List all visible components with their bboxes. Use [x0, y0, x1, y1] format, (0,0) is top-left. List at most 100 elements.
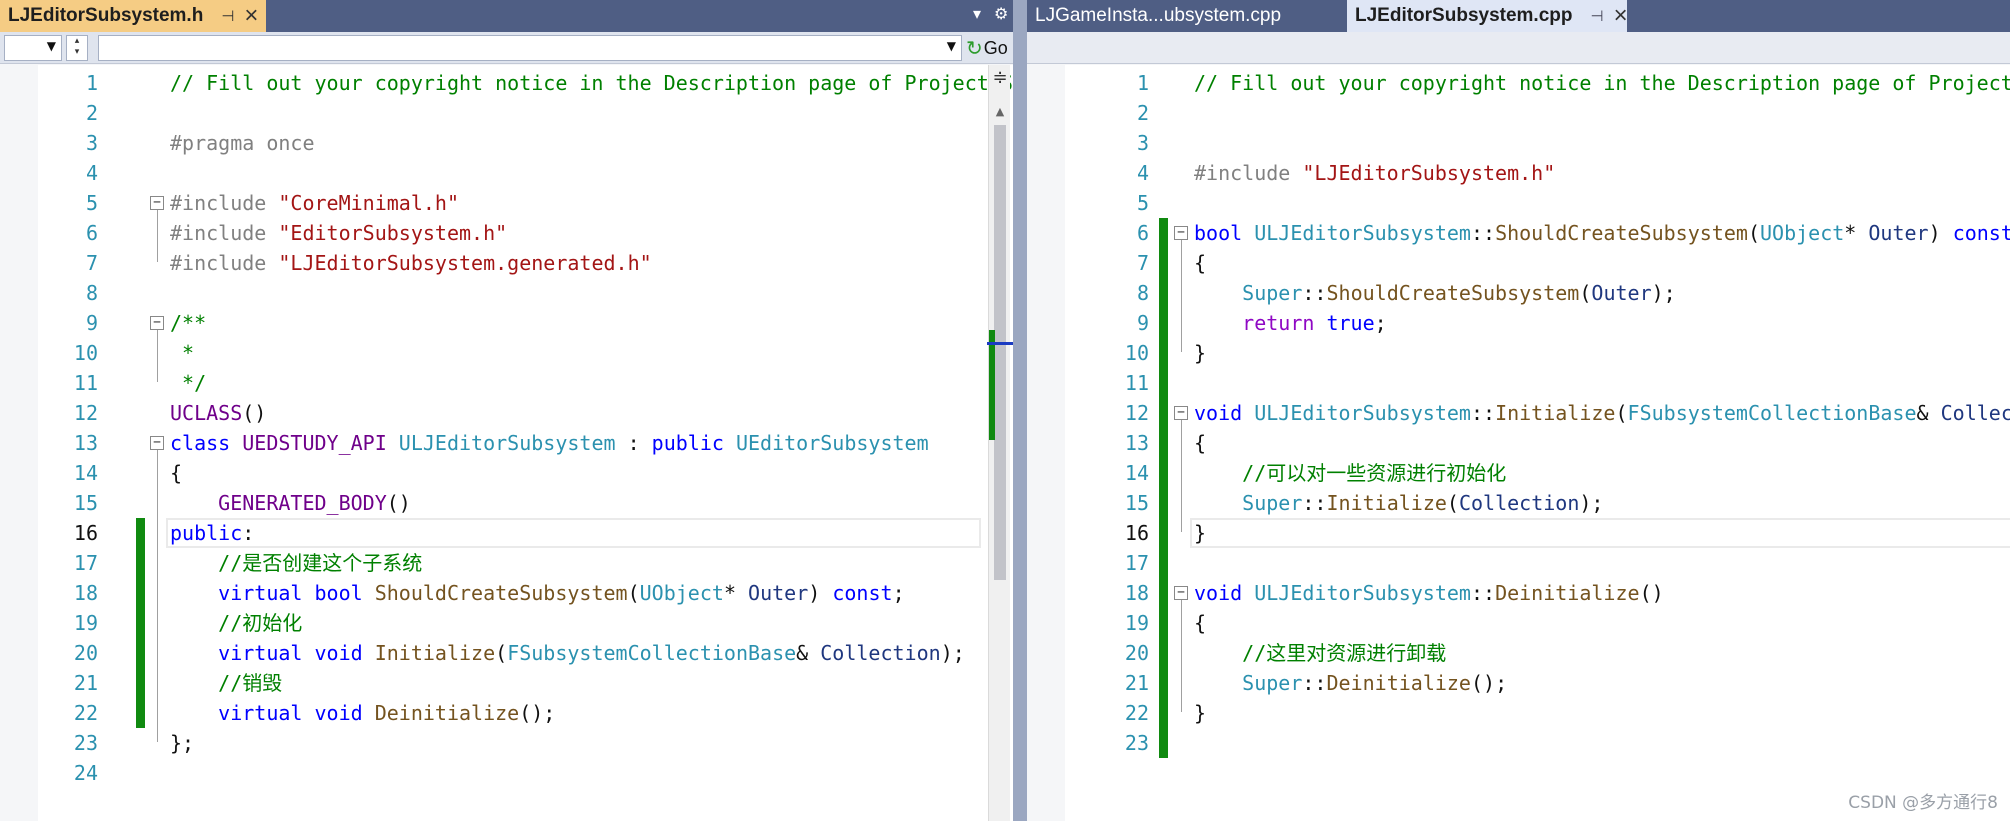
token: ULJEditorSubsystem: [398, 431, 616, 455]
token: UCLASS: [170, 401, 243, 425]
chevron-down-icon[interactable]: ▾: [973, 4, 981, 23]
member-dropdown[interactable]: ▼: [98, 35, 962, 61]
token: (: [627, 581, 640, 605]
pin-icon[interactable]: ⊣: [221, 7, 234, 25]
token: void: [1194, 581, 1255, 605]
code-text: void ULJEditorSubsystem::Deinitialize(): [1194, 578, 1664, 608]
code-line: 9 /** −: [0, 308, 1013, 338]
project-dropdown[interactable]: ▼: [4, 35, 62, 61]
line-number: 1: [85, 71, 98, 95]
token: #include: [170, 221, 279, 245]
token: Deinitialize: [1495, 581, 1640, 605]
code-text: //是否创建这个子系统: [170, 548, 422, 578]
code-text: // Fill out your copyright notice in the…: [170, 68, 1013, 98]
tab-ljeditorsubsystem-cpp[interactable]: LJEditorSubsystem.cpp ⊣ ×: [1347, 0, 1628, 32]
line-number: 3: [85, 131, 98, 155]
close-icon[interactable]: ×: [244, 4, 258, 28]
token: (: [1747, 221, 1760, 245]
code-line: 17 //是否创建这个子系统: [0, 548, 1013, 578]
pin-icon[interactable]: ⊣: [1591, 7, 1604, 25]
code-line: 13 class UEDSTUDY_API ULJEditorSubsystem …: [0, 428, 1013, 458]
collapse-icon[interactable]: −: [150, 316, 164, 330]
line-number: 23: [1124, 731, 1149, 755]
left-code-editor[interactable]: 1 // Fill out your copyright notice in th…: [0, 65, 1013, 821]
code-text: return true;: [1194, 308, 1387, 338]
scroll-up-icon[interactable]: ▲: [993, 105, 1007, 118]
scope-spinner[interactable]: ▴ ▾: [66, 35, 88, 61]
token: Collection: [1458, 491, 1580, 515]
token: ;: [892, 581, 905, 605]
line-number: 16: [1124, 521, 1149, 545]
code-line: 22}: [1027, 698, 2010, 728]
split-icon[interactable]: ≑: [989, 67, 1011, 93]
code-line: 19 //初始化: [0, 608, 1013, 638]
token: (): [1639, 581, 1664, 605]
code-text: #include "CoreMinimal.h": [170, 188, 459, 218]
token: ();: [1470, 671, 1508, 695]
line-number: 15: [1124, 491, 1149, 515]
close-icon[interactable]: ×: [1614, 4, 1628, 28]
code-text: }: [1194, 338, 1206, 368]
code-line: 15 Super::Initialize(Collection);: [1027, 488, 2010, 518]
code-text: void ULJEditorSubsystem::Initialize(FSub…: [1194, 398, 2010, 428]
token: Initialize: [374, 641, 496, 665]
token: {: [170, 461, 183, 485]
token: (): [386, 491, 411, 515]
scroll-thumb[interactable]: [994, 125, 1006, 580]
code-line: 14 {: [0, 458, 1013, 488]
token: ::: [1470, 221, 1496, 245]
line-number: 13: [1124, 431, 1149, 455]
code-line: 1 // Fill out your copyright notice in th…: [0, 68, 1013, 98]
right-navigation-bar: [1027, 32, 2010, 64]
go-button[interactable]: ↻ Go: [966, 35, 1008, 61]
code-line: 11 */: [0, 368, 1013, 398]
collapse-icon[interactable]: −: [150, 436, 164, 450]
token: ();: [519, 701, 556, 725]
code-text: {: [1194, 608, 1206, 638]
token: #include: [170, 191, 279, 215]
tab-ljeditorsubsystem-h[interactable]: LJEditorSubsystem.h ⊣ ×: [0, 0, 266, 32]
token: }: [1194, 701, 1207, 725]
code-line: 9 return true;: [1027, 308, 2010, 338]
right-code-editor[interactable]: 1 // Fill out your copyright notice in th…: [1027, 65, 2010, 821]
code-text: #include "LJEditorSubsystem.generated.h": [170, 248, 652, 278]
token: *: [1844, 221, 1869, 245]
collapse-icon[interactable]: −: [1174, 226, 1188, 240]
line-number: 16: [73, 521, 98, 545]
collapse-icon[interactable]: −: [1174, 406, 1188, 420]
token: public: [651, 431, 736, 455]
token: UObject: [639, 581, 724, 605]
line-number: 19: [1124, 611, 1149, 635]
token: virtual void: [218, 701, 375, 725]
code-line: 2: [1027, 98, 2010, 128]
token: ): [808, 581, 833, 605]
collapse-icon[interactable]: −: [1174, 586, 1188, 600]
line-number: 20: [1124, 641, 1149, 665]
tab-ljgameinstance-cpp[interactable]: LJGameInsta...ubsystem.cpp: [1027, 0, 1345, 32]
code-text: #include "LJEditorSubsystem.h": [1194, 158, 1555, 188]
line-number: 24: [73, 761, 98, 785]
code-line: 24: [0, 758, 1013, 788]
pane-splitter[interactable]: [1013, 0, 1027, 821]
code-line: 4: [0, 158, 1013, 188]
line-number: 20: [73, 641, 98, 665]
collapse-icon[interactable]: −: [150, 196, 164, 210]
code-line: 22 virtual void Deinitialize();: [0, 698, 1013, 728]
gear-icon[interactable]: ⚙: [994, 4, 1008, 23]
code-text: /**: [170, 308, 206, 338]
code-line: 10}: [1027, 338, 2010, 368]
token: #include: [1194, 161, 1303, 185]
code-text: //初始化: [170, 608, 302, 638]
code-text: {: [1194, 428, 1206, 458]
code-line: 11: [1027, 368, 2010, 398]
token: Outer: [1591, 281, 1652, 305]
vertical-scrollbar[interactable]: ≑ ▲: [987, 65, 1013, 821]
line-number: 21: [1124, 671, 1149, 695]
token: // Fill out your copyright notice in the…: [1194, 71, 2010, 95]
token: ::: [1302, 671, 1327, 695]
